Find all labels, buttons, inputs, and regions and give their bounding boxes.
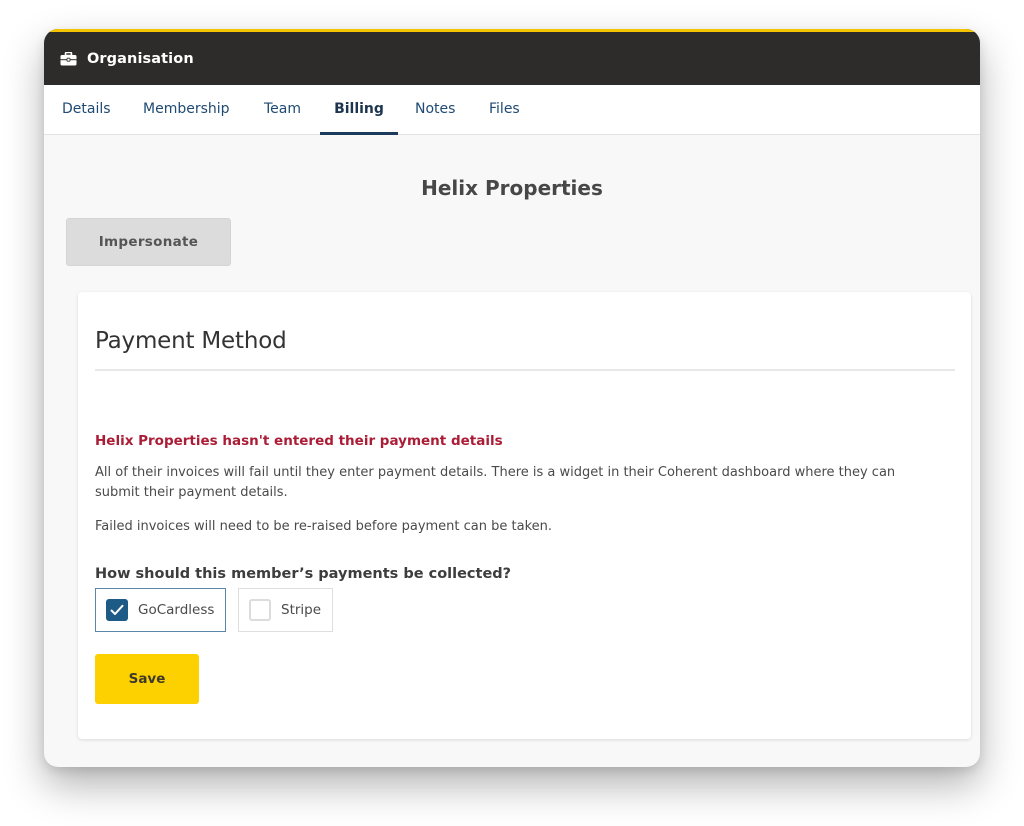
briefcase-icon [60,51,78,66]
payment-alert-description: All of their invoices will fail until th… [95,465,896,500]
organisation-name: Helix Properties [421,176,603,200]
impersonate-button[interactable]: Impersonate [66,218,231,266]
tab-files[interactable]: Files [489,85,520,134]
checkbox-unchecked-icon[interactable] [249,599,271,621]
option-label: GoCardless [138,602,215,618]
payment-method-card: Payment Method Helix Properties hasn't e… [78,292,971,739]
window-title: Organisation [87,50,194,67]
tab-notes[interactable]: Notes [415,85,455,134]
window-header: Organisation [44,29,980,85]
checkbox-checked-icon[interactable] [106,599,128,621]
failed-invoices-note: Failed invoices will need to be re-raise… [95,519,553,534]
tab-details[interactable]: Details [62,85,111,134]
option-stripe[interactable]: Stripe [238,588,333,632]
collection-question: How should this member’s payments be col… [95,566,512,582]
organisation-window: Organisation Details Membership Team Bil… [44,29,980,767]
option-gocardless[interactable]: GoCardless [95,588,226,632]
tab-membership[interactable]: Membership [143,85,230,134]
tab-team[interactable]: Team [264,85,301,134]
option-label: Stripe [281,602,322,618]
payment-alert-title: Helix Properties hasn't entered their pa… [95,433,503,449]
card-divider [95,369,955,371]
save-button[interactable]: Save [95,654,199,704]
card-title: Payment Method [95,328,287,354]
tab-bar: Details Membership Team Billing Notes Fi… [44,85,980,135]
tab-billing[interactable]: Billing [320,85,398,135]
